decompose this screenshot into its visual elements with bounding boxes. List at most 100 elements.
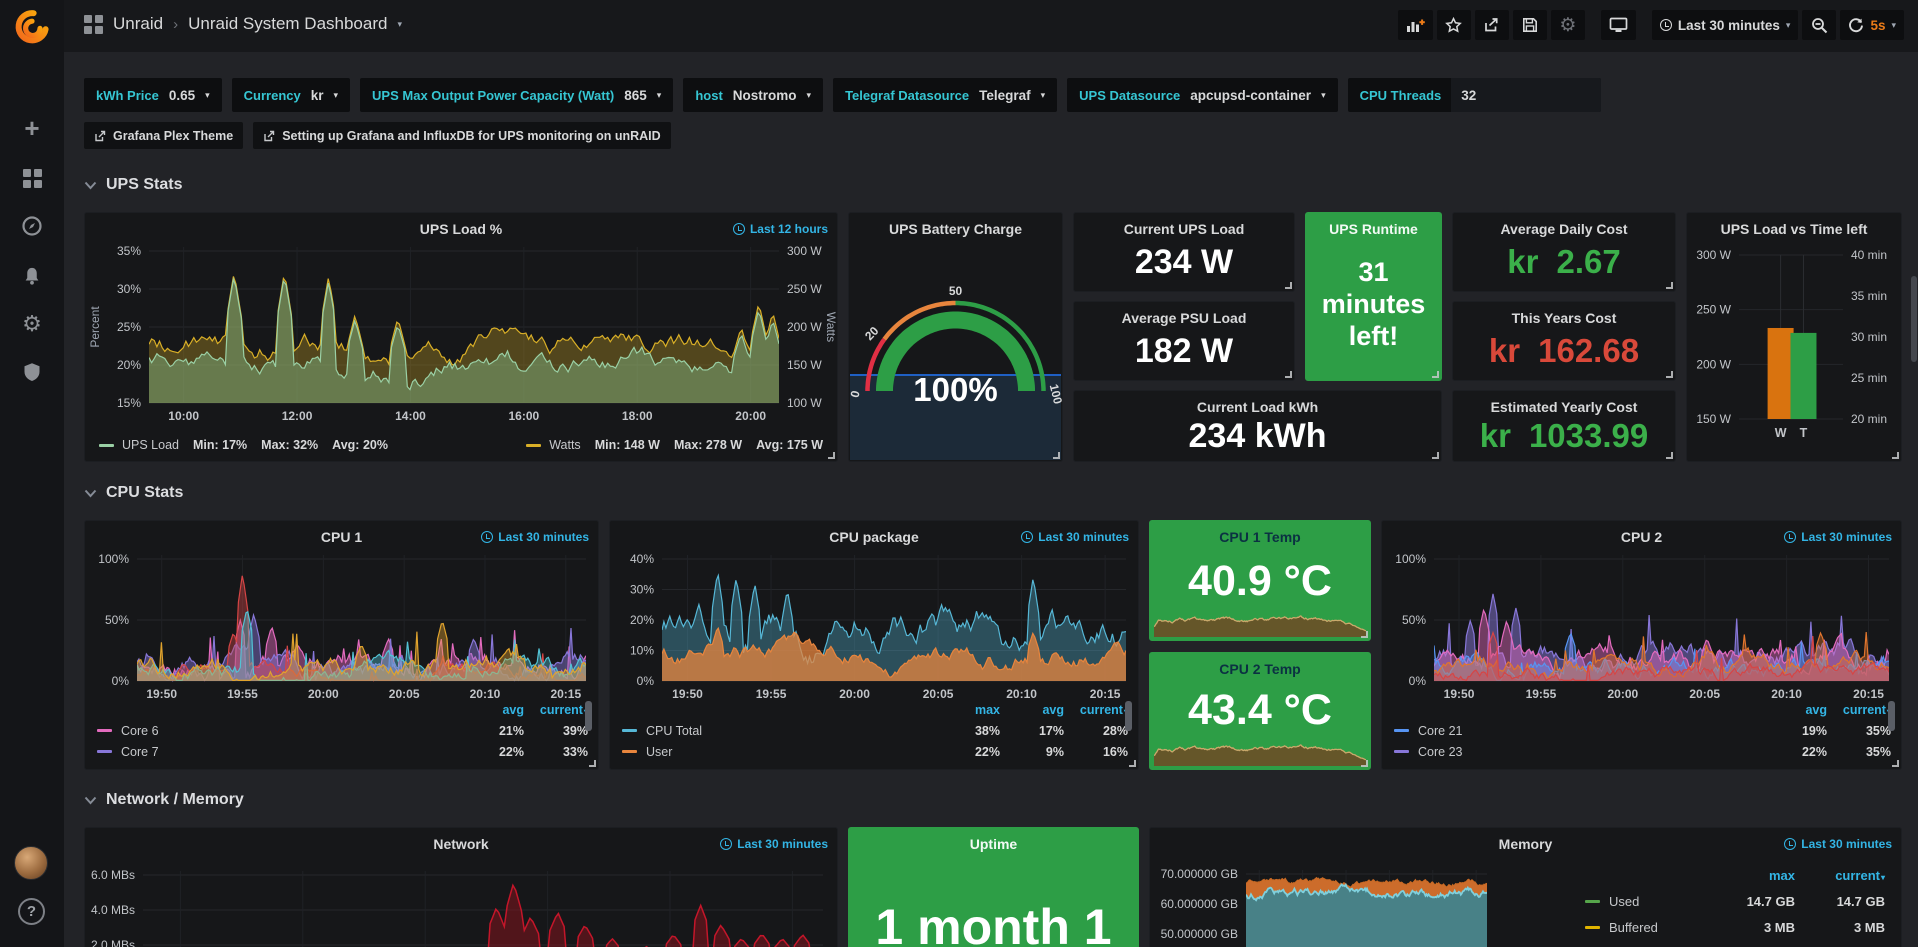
section-ups-stats[interactable]: UPS Stats	[84, 176, 182, 194]
legend-series-core-21[interactable]: Core 21	[1394, 724, 1763, 738]
legend-sort-max[interactable]: max	[936, 703, 1000, 717]
variable-telegraf-datasource[interactable]: Telegraf DatasourceTelegraf▾	[833, 78, 1057, 112]
variable-ups-datasource[interactable]: UPS Datasourceapcupsd-container▾	[1067, 78, 1337, 112]
apps-grid-icon[interactable]	[84, 15, 103, 34]
panel-title[interactable]: UPS Load vs Time left	[1687, 221, 1901, 237]
panel-title[interactable]: CPU 2 Temp	[1150, 661, 1370, 677]
variable-ups-max-output-power-capacity-watt[interactable]: UPS Max Output Power Capacity (Watt)865▾	[360, 78, 673, 112]
save-button[interactable]	[1513, 10, 1547, 40]
panel-title[interactable]: Average Daily Cost	[1453, 221, 1675, 237]
panel-resize-handle[interactable]	[1285, 371, 1292, 378]
alerting-bell-icon[interactable]	[0, 258, 64, 294]
series-name: Watts	[549, 438, 580, 452]
legend-series-user[interactable]: User	[622, 745, 936, 759]
panel-title[interactable]: This Years Cost	[1453, 310, 1675, 326]
legend-scrollbar[interactable]	[1888, 701, 1895, 731]
page-scrollbar[interactable]	[1911, 276, 1917, 362]
panel-resize-handle[interactable]	[1285, 282, 1292, 289]
panel-resize-handle[interactable]	[589, 760, 596, 767]
network-chart[interactable]: 6.0 MBs4.0 MBs2.0 MBs	[85, 858, 837, 947]
panel-title[interactable]: Average PSU Load	[1074, 310, 1294, 326]
section-network-memory[interactable]: Network / Memory	[84, 791, 244, 809]
legend-sort-max[interactable]: max	[1705, 868, 1795, 883]
panel-resize-handle[interactable]	[1129, 760, 1136, 767]
panel-resize-handle[interactable]	[1666, 452, 1673, 459]
panel-title[interactable]: CPU 1 Temp	[1150, 529, 1370, 545]
cpu2-chart[interactable]: 100%50%0%19:5019:5520:0020:0520:1020:15	[1382, 551, 1901, 705]
legend-sort-current[interactable]: current▾	[1827, 703, 1891, 717]
legend-sort-current[interactable]: current▾	[1795, 868, 1885, 883]
section-cpu-stats[interactable]: CPU Stats	[84, 484, 183, 502]
panel-resize-handle[interactable]	[828, 452, 835, 459]
panel-title[interactable]: Uptime	[849, 836, 1138, 852]
star-button[interactable]	[1437, 10, 1471, 40]
user-avatar[interactable]	[14, 846, 48, 880]
zoom-out-button[interactable]	[1802, 10, 1836, 40]
legend-series-cpu-total[interactable]: CPU Total	[622, 724, 936, 738]
variable-currency[interactable]: Currencykr▾	[232, 78, 350, 112]
stat-value: 162.68	[1538, 332, 1639, 370]
legend-series-core-6[interactable]: Core 6	[97, 724, 460, 738]
settings-gear-icon[interactable]: ⚙	[1551, 10, 1585, 40]
legend-series-core-23[interactable]: Core 23	[1394, 745, 1763, 759]
legend-series-core-7[interactable]: Core 7	[97, 745, 460, 759]
stat-value: 1 month 1	[849, 898, 1138, 947]
legend-sort-avg[interactable]: avg	[1000, 703, 1064, 717]
panel-title[interactable]: Current UPS Load	[1074, 221, 1294, 237]
legend-sort-current[interactable]: current▾	[1064, 703, 1128, 717]
variable-cpu-threads[interactable]: CPU Threads32	[1348, 78, 1602, 112]
breadcrumb-folder[interactable]: Unraid	[113, 14, 163, 34]
ups-load-chart[interactable]: 35%30%25%20%15%300 W250 W200 W150 W100 W…	[85, 243, 837, 427]
configuration-gear-icon[interactable]: ⚙	[0, 306, 64, 342]
legend-series-watts[interactable]: WattsMin: 148 WMax: 278 WAvg: 175 W	[526, 438, 823, 452]
sort-caret-icon: ▾	[1881, 873, 1885, 882]
panel-resize-handle[interactable]	[1361, 760, 1368, 767]
cpu-package-chart[interactable]: 40%30%20%10%0%19:5019:5520:0020:0520:102…	[610, 551, 1138, 705]
svg-text:70.000000 GB: 70.000000 GB	[1161, 867, 1238, 881]
variable-kwh-price[interactable]: kWh Price0.65▾	[84, 78, 222, 112]
legend-scrollbar[interactable]	[585, 701, 592, 731]
battery-gauge[interactable]: 02050100 100%	[849, 243, 1062, 461]
dashboard-link-setting-up-grafana-and-influxdb-for-ups-monitoring-on-unraid[interactable]: Setting up Grafana and InfluxDB for UPS …	[253, 122, 670, 149]
variable-label: host	[695, 88, 722, 103]
time-range-picker[interactable]: Last 30 minutes ▾	[1652, 10, 1799, 40]
cycle-view-monitor-icon[interactable]	[1601, 10, 1636, 40]
legend-scrollbar[interactable]	[1125, 701, 1132, 731]
panel-title[interactable]: UPS Runtime	[1306, 221, 1441, 237]
panel-resize-handle[interactable]	[1432, 371, 1439, 378]
share-button[interactable]	[1475, 10, 1509, 40]
legend-sort-avg[interactable]: avg	[1763, 703, 1827, 717]
panel-title[interactable]: UPS Battery Charge	[849, 221, 1062, 237]
panel-title[interactable]: Current Load kWh	[1074, 399, 1441, 415]
panel-resize-handle[interactable]	[1666, 282, 1673, 289]
panel-resize-handle[interactable]	[1361, 631, 1368, 638]
memory-chart[interactable]: 70.000000 GB60.000000 GB50.000000 GB	[1150, 858, 1495, 947]
dashboards-icon[interactable]	[0, 160, 64, 196]
grafana-logo-icon[interactable]	[12, 6, 52, 46]
panel-resize-handle[interactable]	[1432, 452, 1439, 459]
panel-title[interactable]: UPS Load %	[85, 221, 837, 237]
help-icon[interactable]: ?	[18, 898, 45, 925]
add-panel-button[interactable]	[1398, 10, 1433, 40]
chevron-down-icon[interactable]: ▾	[397, 19, 402, 30]
dashboard-link-grafana-plex-theme[interactable]: Grafana Plex Theme	[84, 122, 243, 149]
variable-host[interactable]: hostNostromo▾	[683, 78, 823, 112]
cpu1-chart[interactable]: 100%50%0%19:5019:5520:0020:0520:1020:15	[85, 551, 598, 705]
variable-input[interactable]: 32	[1451, 78, 1601, 112]
legend-series-ups-load[interactable]: UPS LoadMin: 17%Max: 32%Avg: 20%	[99, 438, 388, 452]
refresh-picker[interactable]: 5s ▾	[1840, 10, 1904, 40]
panel-resize-handle[interactable]	[1892, 452, 1899, 459]
legend-series-used[interactable]: Used	[1585, 894, 1705, 909]
panel-resize-handle[interactable]	[1892, 760, 1899, 767]
legend-sort-current[interactable]: current▾	[524, 703, 588, 717]
panel-resize-handle[interactable]	[1666, 371, 1673, 378]
server-admin-shield-icon[interactable]	[0, 354, 64, 390]
create-plus-icon[interactable]: +	[0, 110, 64, 146]
panel-title[interactable]: Estimated Yearly Cost	[1453, 399, 1675, 415]
legend-series-buffered[interactable]: Buffered	[1585, 920, 1705, 935]
legend-sort-avg[interactable]: avg	[460, 703, 524, 717]
ups-bars-chart[interactable]: WT300 W250 W200 W150 W40 min35 min30 min…	[1687, 243, 1901, 461]
explore-compass-icon[interactable]	[0, 208, 64, 244]
breadcrumb-dashboard[interactable]: Unraid System Dashboard	[188, 14, 387, 34]
panel-resize-handle[interactable]	[1053, 452, 1060, 459]
